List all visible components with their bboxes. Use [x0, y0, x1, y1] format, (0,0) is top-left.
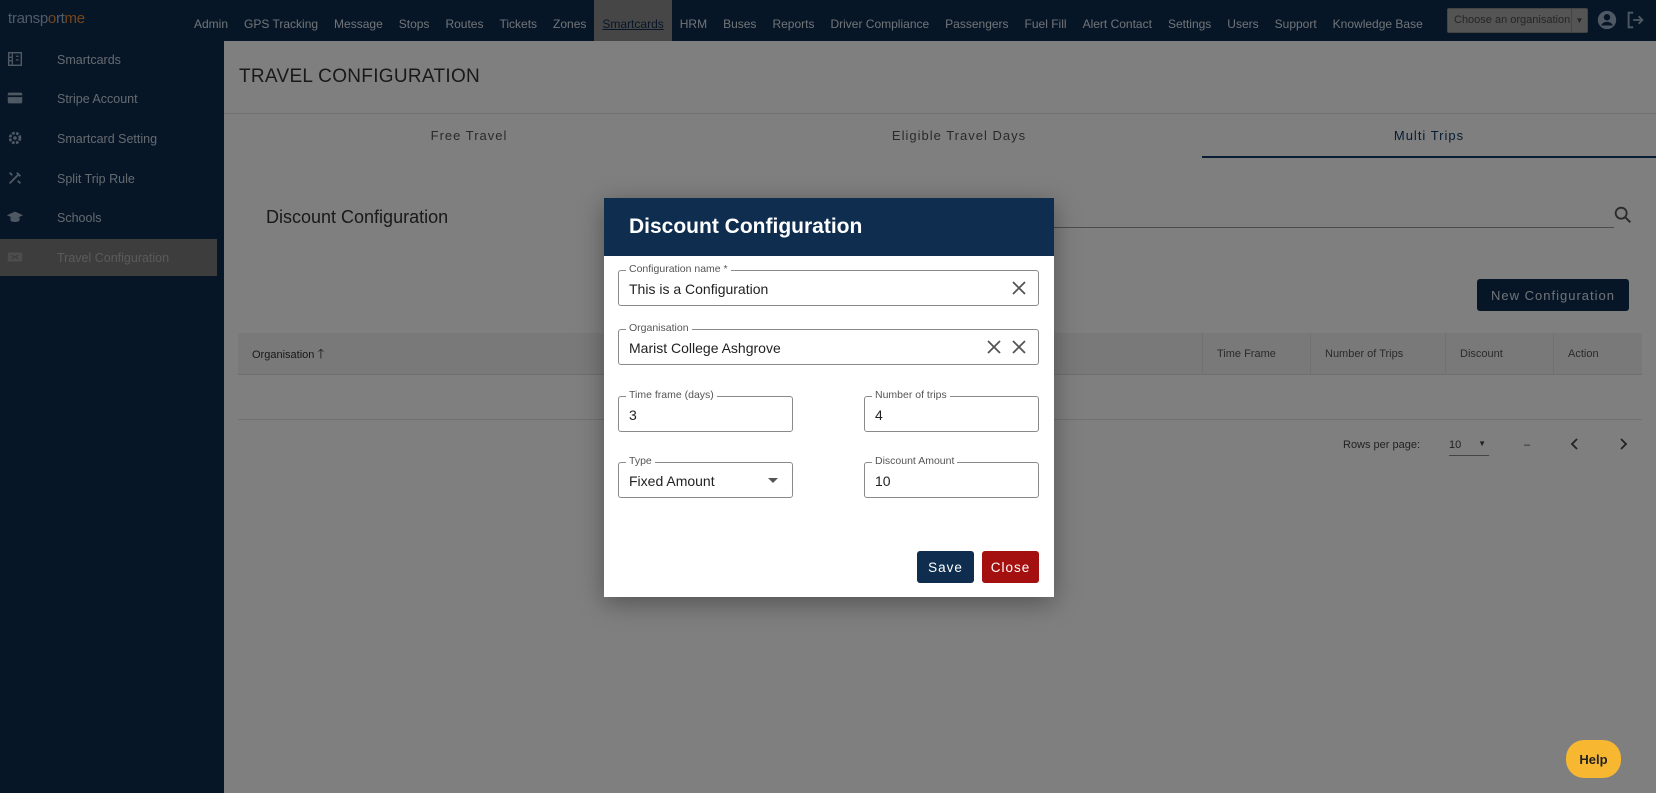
type-value: Fixed Amount	[629, 473, 715, 489]
number-of-trips-field[interactable]: Number of trips 4	[864, 389, 1039, 432]
time-frame-field[interactable]: Time frame (days) 3	[618, 389, 793, 432]
number-of-trips-label: Number of trips	[872, 389, 950, 402]
time-frame-value: 3	[629, 407, 637, 423]
type-label: Type	[626, 455, 655, 468]
number-of-trips-value: 4	[875, 407, 883, 423]
discount-amount-value: 10	[875, 473, 891, 489]
save-button[interactable]: Save	[917, 551, 974, 583]
configuration-name-field[interactable]: Configuration name * This is a Configura…	[618, 263, 1039, 306]
close-icon[interactable]	[1010, 338, 1028, 356]
dropdown-arrow-icon[interactable]	[768, 478, 778, 483]
organisation-value: Marist College Ashgrove	[629, 340, 781, 356]
close-button[interactable]: Close	[982, 551, 1039, 583]
clear-icon[interactable]	[1010, 279, 1028, 297]
discount-amount-label: Discount Amount	[872, 455, 958, 468]
discount-configuration-dialog: Discount Configuration Configuration nam…	[604, 198, 1054, 597]
configuration-name-label: Configuration name *	[626, 263, 731, 276]
discount-amount-field[interactable]: Discount Amount 10	[864, 455, 1039, 498]
configuration-name-value: This is a Configuration	[629, 281, 769, 297]
type-select[interactable]: Type Fixed Amount	[618, 455, 793, 498]
clear-icon[interactable]	[985, 338, 1003, 356]
dialog-title: Discount Configuration	[629, 215, 863, 238]
time-frame-label: Time frame (days)	[626, 389, 717, 402]
organisation-field[interactable]: Organisation Marist College Ashgrove	[618, 322, 1039, 365]
help-button[interactable]: Help	[1566, 740, 1621, 778]
organisation-label: Organisation	[626, 322, 692, 335]
dialog-header: Discount Configuration	[604, 198, 1054, 256]
